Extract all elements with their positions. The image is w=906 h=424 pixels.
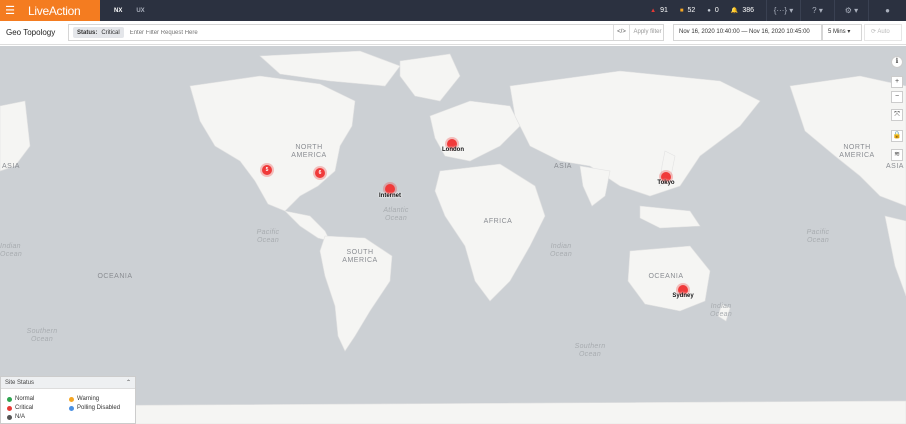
- auto-refresh-button[interactable]: ⟳ Auto: [864, 24, 902, 41]
- site-status-legend: Site Status ⌃ Normal Warning Critical Po…: [0, 376, 136, 424]
- layers-icon[interactable]: ≋: [891, 149, 903, 161]
- api-brackets-icon[interactable]: {···} ▾: [766, 0, 800, 21]
- triangle-icon: ▲: [650, 7, 657, 14]
- legend-item-critical: Critical: [7, 405, 33, 411]
- apply-filter-button[interactable]: Apply filter: [629, 25, 665, 40]
- legend-item-warning: Warning: [69, 396, 99, 402]
- status-dot-icon: [69, 405, 74, 411]
- lock-icon[interactable]: 🔒: [891, 130, 903, 142]
- critical-count-label: 91: [660, 7, 668, 14]
- legend-title: Site Status: [5, 380, 35, 386]
- chevron-up-icon[interactable]: ⌃: [126, 377, 131, 389]
- code-view-button[interactable]: </>: [613, 25, 629, 40]
- site-label-tokyo: Tokyo: [657, 180, 675, 186]
- status-filter-chip[interactable]: Status: Critical: [73, 27, 124, 38]
- ocean-label: Southern Ocean: [574, 343, 606, 358]
- ocean-label: Southern Ocean: [26, 328, 58, 343]
- continent-label: NORTH AMERICA: [291, 144, 327, 159]
- continent-label: ASIA: [554, 163, 572, 170]
- warning-count-label: 52: [687, 7, 696, 14]
- status-dot-icon: [7, 405, 12, 411]
- filter-box: Status: Critical </> Apply filter: [68, 24, 664, 41]
- critical-alert-count[interactable]: ▲ 91: [650, 7, 668, 14]
- tab-nx[interactable]: NX: [114, 8, 122, 14]
- ocean-label: Indian Ocean: [709, 303, 733, 318]
- legend-item-normal: Normal: [7, 396, 34, 402]
- ocean-label: Indian Ocean: [549, 243, 573, 258]
- status-dot-icon: [7, 414, 12, 420]
- fullscreen-icon[interactable]: ⤧: [891, 109, 903, 121]
- notification-count[interactable]: 🔔 386: [731, 7, 754, 14]
- legend-item-polling-disabled: Polling Disabled: [69, 405, 120, 411]
- geo-map[interactable]: NORTH AMERICA SOUTH AMERICA AFRICA ASIA …: [0, 46, 906, 424]
- dot-icon: ●: [707, 7, 711, 14]
- info-icon[interactable]: ℹ: [891, 56, 903, 68]
- continent-label: NORTH AMERICA: [839, 144, 875, 159]
- refresh-icon: ⟳: [871, 29, 877, 35]
- continent-label: OCEANIA: [648, 273, 684, 280]
- site-cluster-west[interactable]: 5: [262, 165, 272, 175]
- page-title: Geo Topology: [6, 28, 56, 37]
- chip-value: Critical: [101, 29, 120, 36]
- interval-select[interactable]: 5 Mins ▾: [822, 24, 862, 41]
- square-icon: ■: [679, 7, 684, 14]
- legend-item-na: N/A: [7, 414, 25, 420]
- ocean-label: Indian Ocean: [0, 243, 23, 258]
- site-label-sydney: Sydney: [672, 293, 694, 299]
- help-icon[interactable]: ? ▾: [800, 0, 834, 21]
- continent-label: ASIA: [2, 163, 20, 170]
- hamburger-menu-icon[interactable]: ☰: [0, 0, 20, 21]
- zoom-in-icon[interactable]: +: [891, 76, 903, 88]
- ocean-label: Pacific Ocean: [256, 229, 280, 244]
- continent-label: AFRICA: [483, 218, 513, 225]
- top-navigation-bar: ☰ LiveAction NX UX ▲ 91 ■ 52 ● 0 🔔 386 {…: [0, 0, 906, 21]
- notification-count-label: 386: [742, 7, 754, 14]
- bell-icon: 🔔: [730, 8, 739, 14]
- chip-key: Status:: [77, 29, 98, 36]
- continent-label: SOUTH AMERICA: [342, 249, 378, 264]
- header-alerts: ▲ 91 ■ 52 ● 0 🔔 386 {···} ▾ ? ▾ ⚙ ▾ ●: [650, 0, 906, 21]
- legend-header[interactable]: Site Status ⌃: [1, 377, 135, 389]
- site-label-london: London: [442, 147, 464, 153]
- continent-label: ASIA: [886, 163, 904, 170]
- ocean-label: Pacific Ocean: [806, 229, 830, 244]
- zoom-out-icon[interactable]: −: [891, 91, 903, 103]
- filter-toolbar: Geo Topology Status: Critical </> Apply …: [0, 21, 906, 45]
- tab-ux[interactable]: UX: [136, 8, 144, 14]
- warning-alert-count[interactable]: ■ 52: [680, 7, 695, 14]
- info-alert-count[interactable]: ● 0: [707, 7, 719, 14]
- brand-logo[interactable]: LiveAction: [20, 0, 100, 21]
- site-label-internet: Internet: [378, 193, 401, 199]
- user-icon[interactable]: ●: [868, 0, 906, 21]
- status-dot-icon: [69, 396, 74, 402]
- time-range-picker[interactable]: Nov 16, 2020 10:40:00 — Nov 16, 2020 10:…: [673, 24, 822, 41]
- filter-input[interactable]: [129, 29, 560, 36]
- continent-label: OCEANIA: [97, 273, 133, 280]
- ocean-label: Atlantic Ocean: [383, 207, 409, 222]
- status-dot-icon: [7, 396, 12, 402]
- world-map-svg: [0, 50, 906, 424]
- site-cluster-east[interactable]: 6: [315, 168, 325, 178]
- info-count-label: 0: [714, 7, 719, 14]
- chevron-down-icon: ▾: [847, 29, 851, 35]
- settings-icon[interactable]: ⚙ ▾: [834, 0, 868, 21]
